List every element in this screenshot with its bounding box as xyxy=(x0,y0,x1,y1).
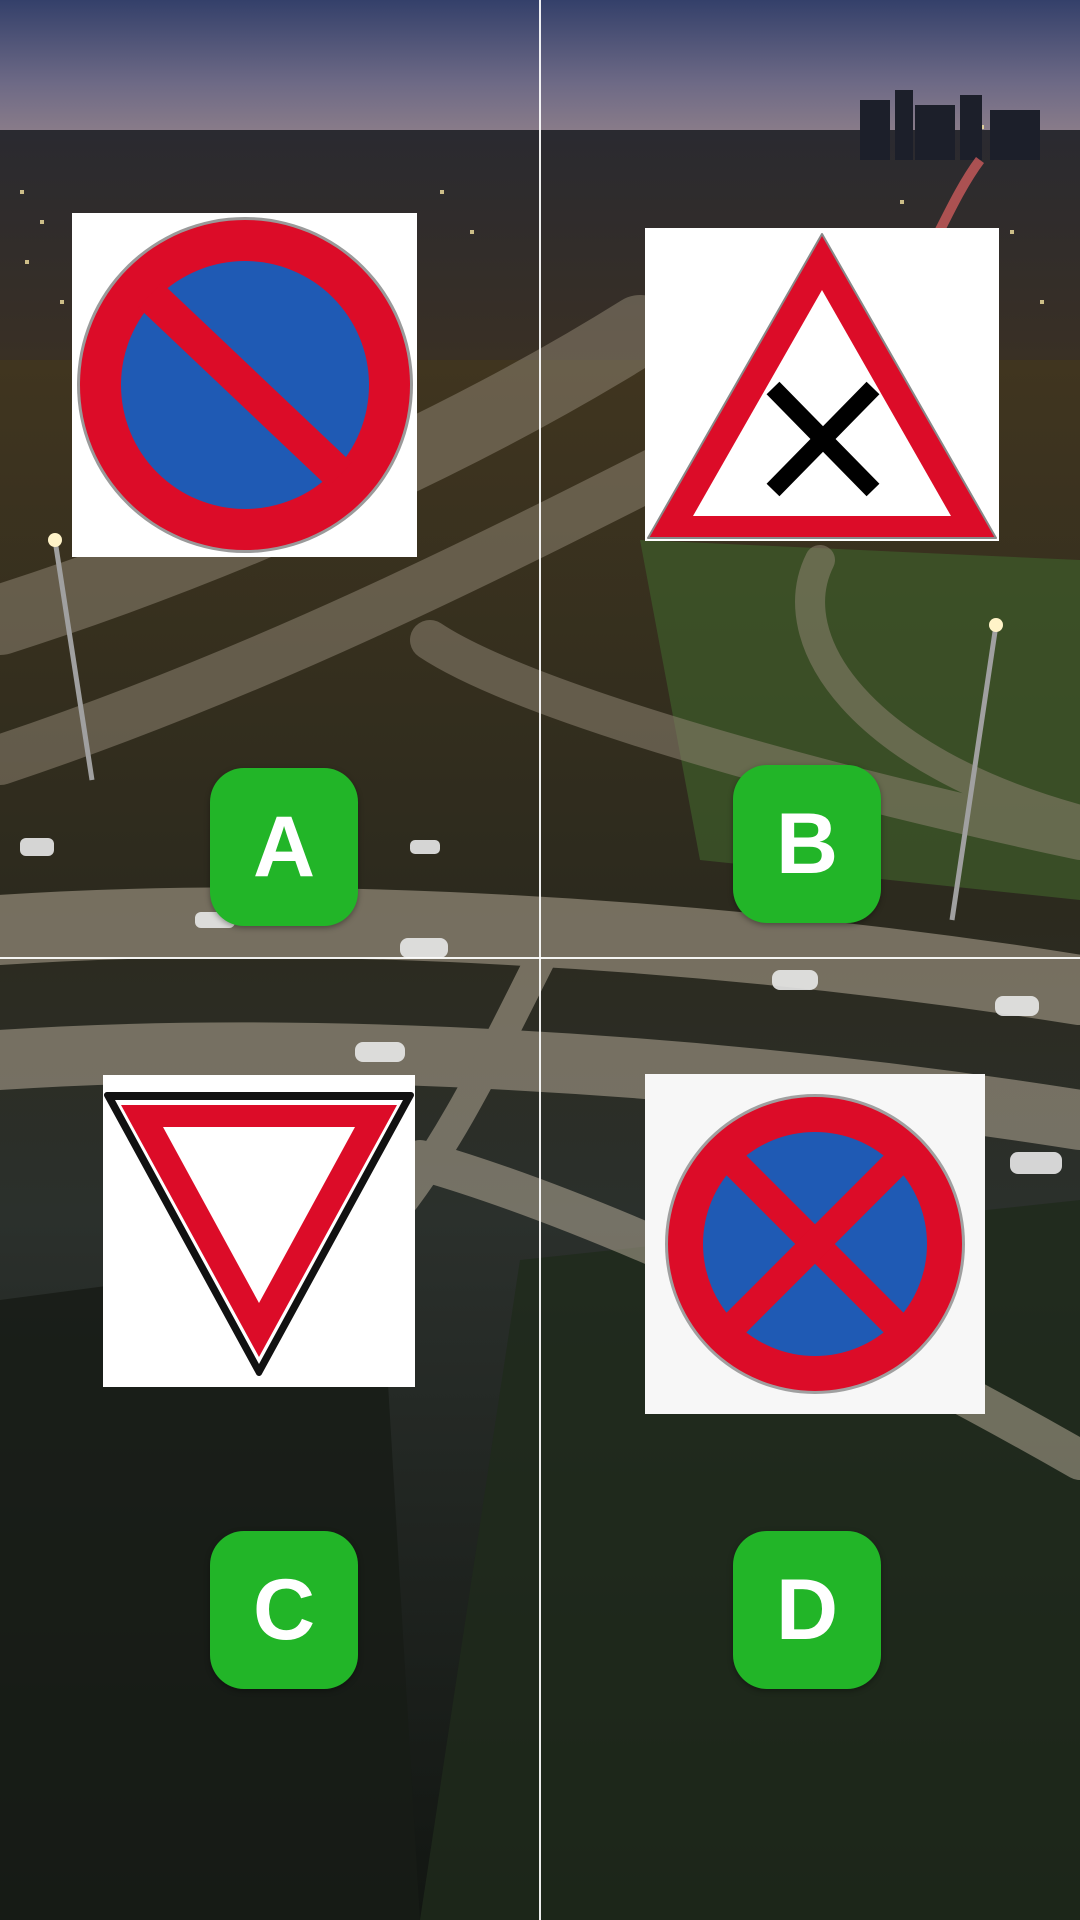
yield-sign-icon xyxy=(104,1092,414,1376)
sign-image-b[interactable] xyxy=(645,228,999,541)
horizontal-divider xyxy=(0,957,1080,959)
no-parking-sign-icon xyxy=(77,217,413,553)
sign-image-a[interactable] xyxy=(72,213,417,557)
option-a-button[interactable]: A xyxy=(210,768,358,926)
crossroads-warning-sign-icon xyxy=(647,233,997,539)
option-b-button[interactable]: B xyxy=(733,765,881,923)
option-d-button[interactable]: D xyxy=(733,1531,881,1689)
vertical-divider xyxy=(539,0,541,1920)
sign-image-c[interactable] xyxy=(103,1075,415,1387)
quiz-screen: A B C D xyxy=(0,0,1080,1920)
sign-image-d[interactable] xyxy=(645,1074,985,1414)
no-stopping-sign-icon xyxy=(665,1094,965,1394)
option-c-button[interactable]: C xyxy=(210,1531,358,1689)
